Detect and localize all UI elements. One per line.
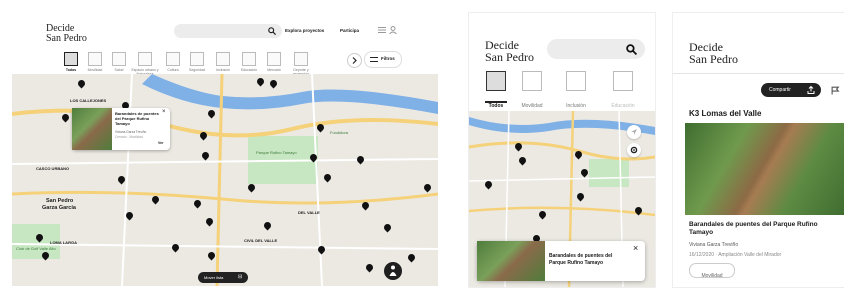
map-label: Club de Golf Valle Alto	[16, 246, 56, 251]
map-label: LOS CALLEJONES	[70, 98, 107, 103]
move-list-button[interactable]: Mover lista ⊟	[198, 272, 248, 283]
menu-icon[interactable]	[378, 27, 386, 33]
share-button[interactable]: Compartir	[761, 83, 821, 97]
mobile-detail-view: Decide San Pedro Compartir K3 Lomas del …	[672, 12, 844, 288]
category-inclusion[interactable]: Inclusión	[210, 52, 236, 72]
logo[interactable]: Decide San Pedro	[689, 41, 738, 65]
user-icon[interactable]	[389, 26, 397, 34]
categories-next-button[interactable]	[347, 53, 362, 68]
popup-meta: Cerrado · Movilidad	[115, 135, 143, 139]
map-project-card[interactable]: Barandales de puentes del Parque Rufino …	[477, 241, 645, 281]
location-arrow-button[interactable]	[627, 125, 641, 139]
search-icon[interactable]	[268, 27, 276, 35]
list-toggle-icon: ⊟	[238, 274, 243, 280]
tab-inclusion[interactable]: Inclusión	[559, 71, 593, 112]
map-label: San Pedro	[46, 198, 74, 204]
gear-icon	[630, 146, 638, 154]
category-salud[interactable]: Salud	[108, 52, 130, 72]
search-input[interactable]	[174, 24, 282, 38]
filter-button[interactable]: Filtros	[364, 51, 402, 68]
category-espacio-urbano[interactable]: Espacio urbano y Naturaleza	[128, 52, 162, 76]
category-movilidad[interactable]: Movilidad	[82, 52, 108, 72]
popup-title: Barandales de puentes del Parque Rufino …	[115, 111, 159, 126]
map-label: DEL VALLE	[298, 210, 320, 215]
nav-explore[interactable]: Explora proyectos	[285, 28, 324, 33]
map-settings-button[interactable]	[627, 143, 641, 157]
map-label: Garza García	[42, 205, 76, 211]
search-icon[interactable]	[626, 44, 637, 55]
logo[interactable]: Decide San Pedro	[485, 39, 534, 63]
map-label: CIVIL DEL VALLE	[244, 238, 278, 243]
map-shapes	[12, 74, 438, 286]
filter-icon	[370, 57, 378, 62]
location-arrow-icon	[631, 129, 637, 135]
flag-icon[interactable]	[831, 86, 840, 95]
chevron-right-icon	[352, 57, 357, 64]
location-button[interactable]	[384, 262, 402, 280]
map-popup[interactable]: Barandales de puentes del Parque Rufino …	[72, 108, 170, 150]
map-label: CASCO URBANO	[36, 166, 70, 171]
nav-participate[interactable]: Participa	[340, 28, 359, 33]
share-icon	[807, 86, 815, 94]
project-image	[685, 123, 844, 215]
section-title: K3 Lomas del Valle	[689, 109, 762, 118]
category-seguridad[interactable]: Seguridad	[184, 52, 210, 72]
map-label: Parque Rufino Tamayo	[256, 150, 297, 155]
category-todos[interactable]: Todos	[60, 52, 82, 72]
tab-todos[interactable]: Todos	[485, 71, 507, 112]
category-educacion[interactable]: Educación	[236, 52, 262, 72]
mobile-map-view: Decide San Pedro Todos Movilidad Inclusi…	[468, 12, 656, 288]
map[interactable]: LOS CALLEJONES CASCO URBANO San Pedro Ga…	[12, 74, 438, 286]
map-label: Fundidora	[330, 130, 349, 135]
card-thumbnail	[477, 241, 545, 281]
popup-author: Viviana Garza Treviño	[115, 130, 147, 134]
desktop-view: Decide San Pedro Explora proyectos Parti…	[12, 12, 438, 286]
category-deporte[interactable]: Deporte y recreación	[286, 52, 316, 76]
tab-indicator	[485, 101, 507, 103]
map-label: LOMA LARGA	[50, 240, 77, 245]
popup-thumbnail	[72, 108, 112, 150]
category-mercado[interactable]: Mercado	[262, 52, 286, 72]
search-input[interactable]	[547, 39, 645, 59]
logo[interactable]: Decide San Pedro	[46, 24, 87, 44]
project-author: Viviana Garza Treviño	[689, 242, 739, 248]
close-icon[interactable]: ×	[162, 109, 166, 115]
popup-link[interactable]: Ver	[158, 141, 163, 145]
project-title: Barandales de puentes del Parque Rufino …	[689, 221, 818, 237]
tab-movilidad[interactable]: Movilidad	[515, 71, 549, 112]
card-title: Barandales de puentes del Parque Rufino …	[549, 253, 613, 266]
person-icon	[389, 265, 397, 276]
category-tag[interactable]: Movilidad	[689, 263, 735, 279]
project-meta: 16/12/2020 · Ampliación Valle del Mirado…	[689, 252, 782, 258]
header-divider	[673, 73, 844, 74]
category-cultura[interactable]: Cultura	[162, 52, 184, 72]
close-icon[interactable]: ×	[633, 243, 638, 253]
tab-educacion[interactable]: Educación	[603, 71, 643, 112]
